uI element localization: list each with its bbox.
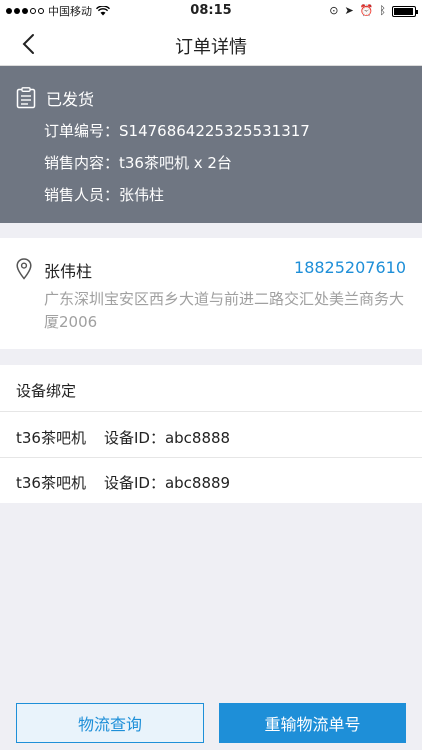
status-right: ⊙ ➤ ⏰ ᛒ [329, 4, 418, 18]
page-title: 订单详情 [175, 37, 247, 58]
alarm-icon: ⏰ [359, 4, 374, 17]
battery-fill [394, 7, 413, 15]
order-status-row: 已发货 [16, 86, 94, 110]
order-number: 订单编号：S1476864225325531317 [44, 122, 310, 140]
device-row: t36茶吧机 设备ID：abc8888 [16, 427, 230, 448]
device-binding-title: 设备绑定 [16, 382, 77, 400]
status-bar: 中国移动 08:15 ⊙ ➤ ⏰ ᛒ [0, 0, 422, 22]
battery-icon [392, 5, 418, 17]
device-id: 设备ID：abc8889 [103, 474, 231, 492]
logistics-query-button[interactable]: 物流查询 [16, 703, 204, 743]
sales-content: 销售内容：t36茶吧机 x 2台 [44, 154, 232, 172]
nav-bar: 订单详情 [0, 22, 422, 66]
reenter-tracking-button[interactable]: 重输物流单号 [219, 703, 406, 743]
divider [0, 411, 422, 412]
phone-link[interactable]: 18825207610 [294, 258, 406, 277]
order-status: 已发货 [46, 90, 95, 109]
device-binding-card: 设备绑定 t36茶吧机 设备ID：abc8888 t36茶吧机 设备ID：abc88… [0, 365, 422, 503]
device-id: 设备ID：abc8888 [103, 429, 231, 447]
recipient-name: 张伟柱 [44, 262, 93, 281]
address-detail: 广东深圳宝安区西乡大道与前进二路交汇处美兰商务大厦2006 [44, 290, 405, 331]
address-card: 张伟柱 18825207610 广东深圳宝安区西乡大道与前进二路交汇处美兰商务大… [0, 238, 422, 349]
orientation-lock-icon: ⊙ [329, 4, 339, 17]
location-icon: ➤ [344, 4, 354, 17]
device-model: t36茶吧机 [16, 429, 86, 447]
divider [0, 457, 422, 458]
location-pin-icon [16, 258, 32, 280]
clipboard-icon [16, 87, 36, 109]
device-model: t36茶吧机 [16, 474, 86, 492]
order-header: 已发货 订单编号：S1476864225325531317 销售内容：t36茶吧… [0, 66, 422, 223]
bluetooth-icon: ᛒ [379, 4, 386, 17]
device-row: t36茶吧机 设备ID：abc8889 [16, 472, 230, 493]
sales-person: 销售人员：张伟柱 [44, 186, 165, 204]
